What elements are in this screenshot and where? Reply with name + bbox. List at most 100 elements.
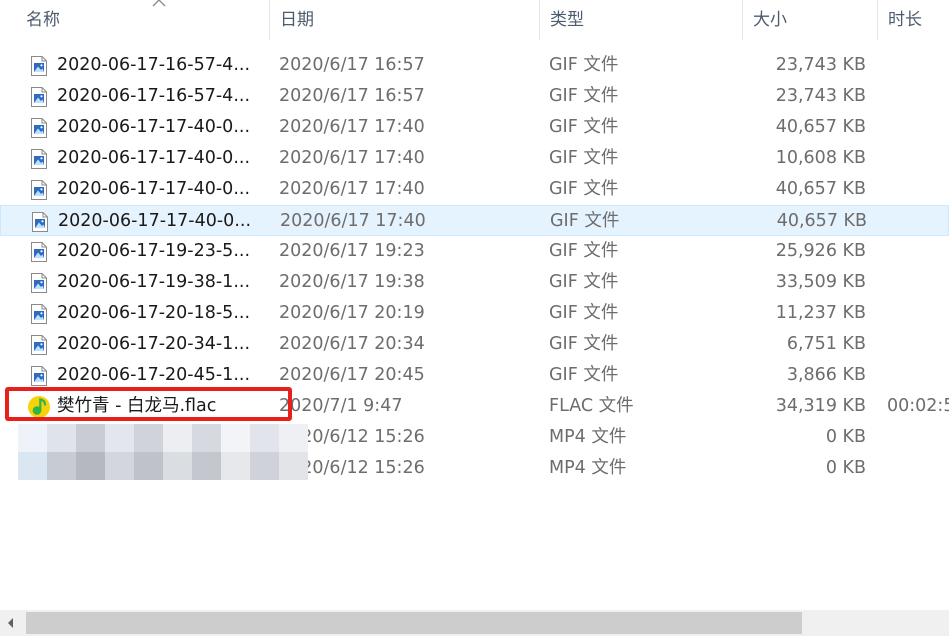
file-name: 2020-06-17-17-40-0... — [57, 148, 251, 168]
file-size: 25,926 KB — [775, 241, 866, 261]
file-type: GIF 文件 — [549, 303, 619, 323]
sort-ascending-icon — [152, 0, 166, 7]
file-date: 2020/6/17 17:40 — [280, 211, 426, 231]
file-date: 2020/6/17 20:34 — [279, 334, 425, 354]
file-type: GIF 文件 — [549, 86, 619, 106]
file-date: 2020/7/1 9:47 — [279, 396, 403, 416]
image-file-icon — [30, 149, 48, 169]
file-size: 40,657 KB — [775, 117, 866, 137]
file-size: 23,743 KB — [775, 55, 866, 75]
file-name: 2020-06-17-17-40-0... — [57, 117, 251, 137]
file-date: 2020/6/17 19:23 — [279, 241, 425, 261]
file-size: 33,509 KB — [775, 272, 866, 292]
file-date: 2020/6/17 16:57 — [279, 55, 425, 75]
column-header: 名称 日期 类型 大小 时长 — [0, 0, 949, 40]
file-type: GIF 文件 — [549, 272, 619, 292]
file-row[interactable]: 2020-06-17-19-23-5... 2020/6/17 19:23 GIF … — [0, 236, 949, 267]
file-type: GIF 文件 — [549, 365, 619, 385]
image-file-icon — [30, 242, 48, 262]
image-file-icon — [30, 180, 48, 200]
file-type: GIF 文件 — [549, 334, 619, 354]
file-duration — [887, 112, 949, 143]
file-size: 23,743 KB — [775, 86, 866, 106]
file-date: 2020/6/12 15:26 — [279, 427, 425, 447]
file-date: 2020/6/17 17:40 — [279, 117, 425, 137]
file-row[interactable]: 樊竹青 - 白龙马.flac 2020/7/1 9:47 FLAC 文件 34,319… — [0, 391, 949, 422]
image-file-icon — [30, 56, 48, 76]
file-size: 10,608 KB — [775, 148, 866, 168]
file-date: 2020/6/17 17:40 — [279, 179, 425, 199]
column-header-date-label: 日期 — [280, 10, 314, 30]
column-header-name[interactable]: 名称 — [16, 0, 270, 40]
file-row[interactable]: 2020-06-17-19-38-1... 2020/6/17 19:38 GIF … — [0, 267, 949, 298]
file-duration — [887, 267, 949, 298]
file-duration — [887, 174, 949, 205]
file-size: 0 KB — [825, 458, 866, 478]
column-header-type-label: 类型 — [550, 10, 584, 30]
file-date: 2020/6/17 17:40 — [279, 148, 425, 168]
file-duration — [887, 236, 949, 267]
file-type: MP4 文件 — [549, 427, 627, 447]
file-row[interactable]: 2020-06-17-20-18-5... 2020/6/17 20:19 GIF … — [0, 298, 949, 329]
file-size: 40,657 KB — [776, 211, 867, 231]
file-size: 3,866 KB — [786, 365, 866, 385]
file-name: 2020-06-17-20-18-5... — [57, 303, 251, 323]
column-header-name-label: 名称 — [26, 10, 60, 30]
image-file-icon — [30, 304, 48, 324]
file-type: GIF 文件 — [549, 241, 619, 261]
file-name: 2020-06-17-16-57-4... — [57, 86, 251, 106]
music-file-icon — [27, 395, 51, 419]
file-duration — [887, 81, 949, 112]
column-header-duration-label: 时长 — [888, 10, 922, 30]
file-row[interactable]: 2020-06-17-17-40-0... 2020/6/17 17:40 GIF … — [0, 143, 949, 174]
column-header-date[interactable]: 日期 — [270, 0, 540, 40]
file-name: 2020-06-17-17-40-0... — [58, 211, 252, 231]
file-size: 11,237 KB — [775, 303, 866, 323]
file-duration — [887, 453, 949, 484]
file-date: 2020/6/17 16:57 — [279, 86, 425, 106]
file-name: 2020-06-17-20-34-1... — [57, 334, 251, 354]
file-type: GIF 文件 — [549, 117, 619, 137]
file-row[interactable]: 2020-06-17-16-57-4... 2020/6/17 16:57 GIF … — [0, 81, 949, 112]
scroll-left-arrow-icon[interactable] — [0, 610, 22, 636]
file-type: GIF 文件 — [550, 211, 620, 231]
file-name: 2020-06-17-19-38-1... — [57, 272, 251, 292]
file-date: 2020/6/17 19:38 — [279, 272, 425, 292]
file-name: 樊竹青 - 白龙马.flac — [57, 396, 217, 416]
blurred-filename-region — [18, 424, 310, 480]
file-name: 2020-06-17-17-40-0... — [57, 179, 251, 199]
column-header-size-label: 大小 — [753, 10, 787, 30]
file-name: 2020-06-17-19-23-5... — [57, 241, 251, 261]
file-name: 2020-06-17-16-57-4... — [57, 55, 251, 75]
file-duration — [887, 360, 949, 391]
horizontal-scrollbar[interactable] — [0, 610, 949, 636]
file-row[interactable]: 2020-06-17-20-34-1... 2020/6/17 20:34 GIF … — [0, 329, 949, 360]
file-duration — [887, 298, 949, 329]
scrollbar-thumb[interactable] — [26, 612, 802, 634]
image-file-icon — [30, 335, 48, 355]
file-row[interactable]: 2020-06-17-17-40-0... 2020/6/17 17:40 GIF … — [0, 205, 949, 236]
file-row[interactable]: 2020-06-17-20-45-1... 2020/6/17 20:45 GIF … — [0, 360, 949, 391]
file-duration — [887, 422, 949, 453]
image-file-icon — [30, 273, 48, 293]
column-header-type[interactable]: 类型 — [540, 0, 743, 40]
file-date: 2020/6/17 20:19 — [279, 303, 425, 323]
column-header-size[interactable]: 大小 — [743, 0, 878, 40]
file-type: MP4 文件 — [549, 458, 627, 478]
file-row[interactable]: 2020-06-17-17-40-0... 2020/6/17 17:40 GIF … — [0, 112, 949, 143]
file-type: GIF 文件 — [549, 55, 619, 75]
file-date: 2020/6/17 20:45 — [279, 365, 425, 385]
image-file-icon — [30, 118, 48, 138]
file-row[interactable]: 2020-06-17-17-40-0... 2020/6/17 17:40 GIF … — [0, 174, 949, 205]
file-date: 2020/6/12 15:26 — [279, 458, 425, 478]
file-type: GIF 文件 — [549, 148, 619, 168]
file-duration: 00:02:5 — [887, 396, 949, 416]
column-header-duration[interactable]: 时长 — [878, 0, 949, 40]
file-explorer: 名称 日期 类型 大小 时长 2020-06-17-16-57-4... 2020… — [0, 0, 949, 636]
file-row[interactable]: 2020-06-17-16-57-4... 2020/6/17 16:57 GIF … — [0, 50, 949, 81]
file-type: FLAC 文件 — [549, 396, 634, 416]
image-file-icon — [30, 366, 48, 386]
file-duration — [887, 329, 949, 360]
file-duration — [887, 143, 949, 174]
file-size: 34,319 KB — [775, 396, 866, 416]
